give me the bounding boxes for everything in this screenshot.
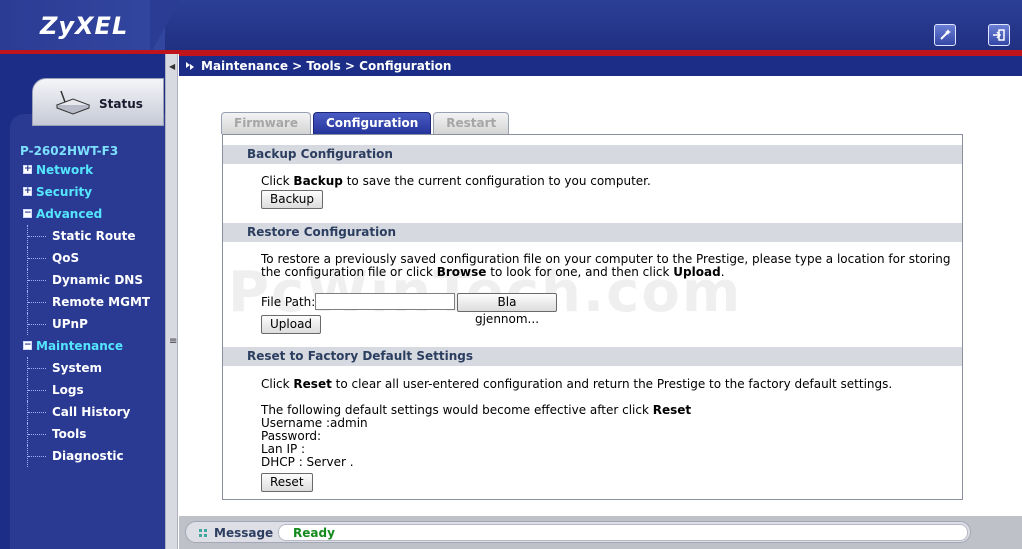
tree-line: [28, 456, 46, 457]
text-fragment-bold: Reset: [652, 403, 692, 417]
device-model: P-2602HWT-F3: [20, 144, 119, 158]
wizard-button[interactable]: [934, 24, 956, 46]
tree-line: [28, 324, 46, 325]
tab-bar: Firmware Configuration Restart: [221, 112, 510, 134]
content-area: Firmware Configuration Restart PcWinTech…: [179, 76, 1022, 516]
expand-icon[interactable]: +: [23, 165, 32, 174]
message-bar: Message Ready: [179, 516, 1022, 549]
sidebar-item-diagnostic[interactable]: Diagnostic: [20, 445, 160, 467]
text-fragment: Click: [261, 377, 294, 391]
tree-line: [28, 412, 46, 413]
sidebar-item-remote-mgmt[interactable]: Remote MGMT: [20, 291, 160, 313]
expand-icon[interactable]: +: [23, 187, 32, 196]
sidebar-item-logs[interactable]: Logs: [20, 379, 160, 401]
section-backup-title: Backup Configuration: [223, 145, 962, 164]
main-area: Maintenance > Tools > Configuration Firm…: [179, 54, 1022, 549]
text-fragment: Click: [261, 174, 294, 188]
upload-button[interactable]: Upload: [261, 315, 322, 334]
sidebar-item-qos[interactable]: QoS: [20, 247, 160, 269]
tree-line: [28, 390, 46, 391]
backup-description: Click Backup to save the current configu…: [261, 175, 651, 188]
sidebar-item-label: Call History: [52, 405, 131, 419]
breadcrumb-bar: Maintenance > Tools > Configuration: [179, 54, 1022, 76]
router-icon: [55, 90, 91, 115]
tab-firmware[interactable]: Firmware: [221, 112, 311, 134]
sidebar-item-call-history[interactable]: Call History: [20, 401, 160, 423]
sidebar-item-security[interactable]: + Security: [20, 181, 160, 203]
breadcrumb: Maintenance > Tools > Configuration: [201, 59, 452, 73]
tree-line: [28, 280, 46, 281]
collapse-arrow-icon[interactable]: ◀: [169, 62, 175, 71]
sidebar-item-label: Tools: [52, 427, 87, 441]
frame-splitter[interactable]: ◀ ≡: [165, 54, 178, 549]
sidebar-item-label: Advanced: [36, 207, 103, 221]
tree-line: [28, 434, 46, 435]
text-fragment: The following default settings would bec…: [261, 403, 653, 417]
tree-line: [28, 302, 46, 303]
file-path-input[interactable]: [315, 293, 455, 310]
sidebar: Status P-2602HWT-F3 + Network + Security…: [0, 54, 165, 549]
sidebar-nav: + Network + Security − Advanced Static R…: [20, 159, 160, 467]
wizard-icon: [940, 29, 951, 40]
status-label: Status: [99, 97, 143, 111]
logout-button[interactable]: [988, 24, 1010, 46]
sidebar-item-upnp[interactable]: UPnP: [20, 313, 160, 335]
reset-description: Click Reset to clear all user-entered co…: [261, 378, 892, 391]
sidebar-item-maintenance[interactable]: − Maintenance: [20, 335, 160, 357]
default-dhcp: DHCP : Server .: [261, 455, 354, 469]
logout-icon: [993, 29, 1005, 41]
sidebar-item-label: Security: [36, 185, 93, 199]
sidebar-item-dynamic-dns[interactable]: Dynamic DNS: [20, 269, 160, 291]
sidebar-item-network[interactable]: + Network: [20, 159, 160, 181]
section-restore-title: Restore Configuration: [223, 223, 962, 242]
sidebar-item-label: Logs: [52, 383, 84, 397]
text-fragment: .: [720, 265, 725, 279]
message-value: Ready: [293, 526, 335, 540]
text-fragment-bold: Backup: [293, 174, 343, 188]
grip-icon[interactable]: ≡: [169, 336, 177, 347]
collapse-icon[interactable]: −: [23, 209, 32, 218]
tab-configuration[interactable]: Configuration: [312, 112, 432, 134]
file-path-label: File Path:: [261, 295, 316, 309]
sidebar-item-advanced[interactable]: − Advanced: [20, 203, 160, 225]
text-fragment: to save the current configuration to you…: [342, 174, 651, 188]
top-header: ZyXEL: [0, 0, 1022, 54]
sidebar-item-label: Dynamic DNS: [52, 273, 143, 287]
text-fragment: to clear all user-entered configuration …: [331, 377, 893, 391]
collapse-icon[interactable]: −: [23, 341, 32, 350]
configuration-panel: PcWinTech.com Backup Configuration Click…: [222, 134, 963, 500]
text-fragment-bold: Upload: [673, 265, 721, 279]
status-tab[interactable]: Status: [32, 78, 164, 126]
message-field: Ready: [278, 524, 968, 541]
sidebar-item-label: Diagnostic: [52, 449, 124, 463]
sidebar-item-label: Network: [36, 163, 94, 177]
text-fragment-bold: Reset: [293, 377, 332, 391]
tree-line: [28, 236, 46, 237]
sidebar-item-system[interactable]: System: [20, 357, 160, 379]
sidebar-item-label: UPnP: [52, 317, 88, 331]
text-fragment: to look for one, and then click: [486, 265, 674, 279]
sidebar-item-label: Remote MGMT: [52, 295, 151, 309]
message-dots-icon: [199, 529, 207, 537]
sidebar-item-static-route[interactable]: Static Route: [20, 225, 160, 247]
section-reset-title: Reset to Factory Default Settings: [223, 347, 962, 366]
text-fragment: the configuration file or click: [261, 265, 437, 279]
tree-line: [28, 368, 46, 369]
sidebar-item-label: Maintenance: [36, 339, 124, 353]
reset-button[interactable]: Reset: [261, 473, 313, 492]
sidebar-item-label: Static Route: [52, 229, 136, 243]
text-fragment-bold: Browse: [436, 265, 487, 279]
tree-line: [28, 258, 46, 259]
sidebar-item-label: QoS: [52, 251, 80, 265]
message-label: Message: [214, 526, 274, 540]
tab-restart[interactable]: Restart: [433, 112, 510, 134]
restore-description-line2: the configuration file or click Browse t…: [261, 266, 725, 279]
zyxel-logo: ZyXEL: [40, 12, 129, 40]
sidebar-item-tools[interactable]: Tools: [20, 423, 160, 445]
backup-button[interactable]: Backup: [261, 190, 323, 209]
sidebar-item-label: System: [52, 361, 102, 375]
breadcrumb-arrow-icon: [186, 62, 194, 70]
message-pill: Message Ready: [185, 521, 971, 543]
browse-button[interactable]: Bla gjennom...: [457, 293, 557, 326]
